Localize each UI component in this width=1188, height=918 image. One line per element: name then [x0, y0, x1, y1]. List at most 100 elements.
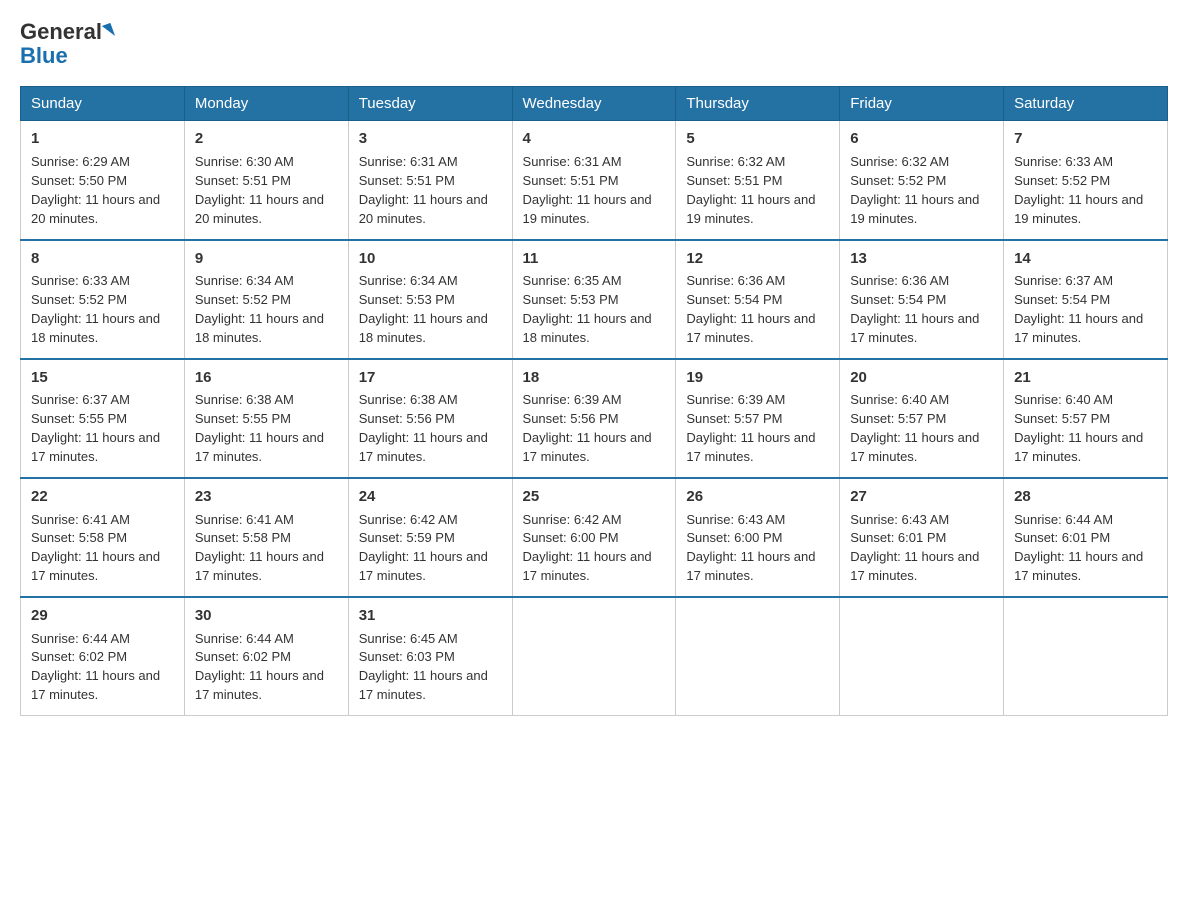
day-number: 7	[1014, 128, 1157, 150]
calendar-day-header: Sunday	[21, 87, 185, 121]
daylight-label: Daylight: 11 hours and 17 minutes.	[359, 668, 488, 702]
sunrise-label: Sunrise: 6:44 AM	[31, 631, 130, 646]
daylight-label: Daylight: 11 hours and 18 minutes.	[523, 311, 652, 345]
sunset-label: Sunset: 5:51 PM	[686, 173, 782, 188]
day-number: 6	[850, 128, 993, 150]
daylight-label: Daylight: 11 hours and 17 minutes.	[31, 668, 160, 702]
calendar-cell: 8 Sunrise: 6:33 AM Sunset: 5:52 PM Dayli…	[21, 240, 185, 359]
calendar-cell: 12 Sunrise: 6:36 AM Sunset: 5:54 PM Dayl…	[676, 240, 840, 359]
daylight-label: Daylight: 11 hours and 17 minutes.	[850, 549, 979, 583]
day-number: 25	[523, 486, 666, 508]
sunset-label: Sunset: 5:54 PM	[1014, 292, 1110, 307]
day-number: 24	[359, 486, 502, 508]
sunrise-label: Sunrise: 6:33 AM	[31, 273, 130, 288]
calendar-header-row: SundayMondayTuesdayWednesdayThursdayFrid…	[21, 87, 1168, 121]
sunset-label: Sunset: 6:01 PM	[1014, 530, 1110, 545]
day-number: 26	[686, 486, 829, 508]
calendar-day-header: Tuesday	[348, 87, 512, 121]
calendar-cell	[676, 597, 840, 716]
calendar-day-header: Friday	[840, 87, 1004, 121]
sunrise-label: Sunrise: 6:44 AM	[1014, 512, 1113, 527]
calendar-table: SundayMondayTuesdayWednesdayThursdayFrid…	[20, 86, 1168, 716]
calendar-cell: 25 Sunrise: 6:42 AM Sunset: 6:00 PM Dayl…	[512, 478, 676, 597]
sunrise-label: Sunrise: 6:33 AM	[1014, 154, 1113, 169]
sunrise-label: Sunrise: 6:41 AM	[195, 512, 294, 527]
daylight-label: Daylight: 11 hours and 19 minutes.	[686, 192, 815, 226]
sunset-label: Sunset: 5:52 PM	[195, 292, 291, 307]
day-number: 18	[523, 367, 666, 389]
day-number: 16	[195, 367, 338, 389]
sunrise-label: Sunrise: 6:43 AM	[686, 512, 785, 527]
calendar-cell: 20 Sunrise: 6:40 AM Sunset: 5:57 PM Dayl…	[840, 359, 1004, 478]
daylight-label: Daylight: 11 hours and 20 minutes.	[195, 192, 324, 226]
day-number: 11	[523, 248, 666, 270]
day-number: 8	[31, 248, 174, 270]
daylight-label: Daylight: 11 hours and 17 minutes.	[850, 311, 979, 345]
calendar-cell	[512, 597, 676, 716]
sunset-label: Sunset: 5:54 PM	[850, 292, 946, 307]
logo-blue-text: Blue	[20, 43, 68, 68]
daylight-label: Daylight: 11 hours and 17 minutes.	[359, 549, 488, 583]
sunrise-label: Sunrise: 6:34 AM	[195, 273, 294, 288]
sunrise-label: Sunrise: 6:36 AM	[686, 273, 785, 288]
daylight-label: Daylight: 11 hours and 18 minutes.	[31, 311, 160, 345]
calendar-header: SundayMondayTuesdayWednesdayThursdayFrid…	[21, 87, 1168, 121]
calendar-cell: 14 Sunrise: 6:37 AM Sunset: 5:54 PM Dayl…	[1004, 240, 1168, 359]
day-number: 31	[359, 605, 502, 627]
sunrise-label: Sunrise: 6:41 AM	[31, 512, 130, 527]
calendar-cell: 21 Sunrise: 6:40 AM Sunset: 5:57 PM Dayl…	[1004, 359, 1168, 478]
day-number: 9	[195, 248, 338, 270]
sunset-label: Sunset: 6:01 PM	[850, 530, 946, 545]
daylight-label: Daylight: 11 hours and 17 minutes.	[850, 430, 979, 464]
day-number: 29	[31, 605, 174, 627]
calendar-cell: 17 Sunrise: 6:38 AM Sunset: 5:56 PM Dayl…	[348, 359, 512, 478]
sunset-label: Sunset: 5:53 PM	[359, 292, 455, 307]
sunrise-label: Sunrise: 6:39 AM	[523, 392, 622, 407]
sunset-label: Sunset: 6:00 PM	[686, 530, 782, 545]
calendar-cell: 27 Sunrise: 6:43 AM Sunset: 6:01 PM Dayl…	[840, 478, 1004, 597]
sunrise-label: Sunrise: 6:35 AM	[523, 273, 622, 288]
calendar-cell: 11 Sunrise: 6:35 AM Sunset: 5:53 PM Dayl…	[512, 240, 676, 359]
calendar-cell: 10 Sunrise: 6:34 AM Sunset: 5:53 PM Dayl…	[348, 240, 512, 359]
calendar-cell	[1004, 597, 1168, 716]
day-number: 23	[195, 486, 338, 508]
daylight-label: Daylight: 11 hours and 17 minutes.	[523, 549, 652, 583]
day-number: 5	[686, 128, 829, 150]
sunrise-label: Sunrise: 6:32 AM	[850, 154, 949, 169]
sunrise-label: Sunrise: 6:36 AM	[850, 273, 949, 288]
calendar-cell: 7 Sunrise: 6:33 AM Sunset: 5:52 PM Dayli…	[1004, 121, 1168, 240]
day-number: 22	[31, 486, 174, 508]
calendar-cell: 18 Sunrise: 6:39 AM Sunset: 5:56 PM Dayl…	[512, 359, 676, 478]
sunset-label: Sunset: 5:57 PM	[850, 411, 946, 426]
sunset-label: Sunset: 5:55 PM	[195, 411, 291, 426]
daylight-label: Daylight: 11 hours and 20 minutes.	[359, 192, 488, 226]
sunset-label: Sunset: 5:57 PM	[686, 411, 782, 426]
calendar-cell: 9 Sunrise: 6:34 AM Sunset: 5:52 PM Dayli…	[184, 240, 348, 359]
daylight-label: Daylight: 11 hours and 17 minutes.	[686, 311, 815, 345]
calendar-day-header: Saturday	[1004, 87, 1168, 121]
page-header: General Blue	[20, 20, 1168, 68]
daylight-label: Daylight: 11 hours and 17 minutes.	[359, 430, 488, 464]
calendar-body: 1 Sunrise: 6:29 AM Sunset: 5:50 PM Dayli…	[21, 121, 1168, 716]
daylight-label: Daylight: 11 hours and 17 minutes.	[31, 430, 160, 464]
sunset-label: Sunset: 5:58 PM	[195, 530, 291, 545]
day-number: 21	[1014, 367, 1157, 389]
calendar-day-header: Thursday	[676, 87, 840, 121]
daylight-label: Daylight: 11 hours and 20 minutes.	[31, 192, 160, 226]
day-number: 17	[359, 367, 502, 389]
sunset-label: Sunset: 5:52 PM	[31, 292, 127, 307]
sunset-label: Sunset: 5:56 PM	[523, 411, 619, 426]
calendar-cell: 28 Sunrise: 6:44 AM Sunset: 6:01 PM Dayl…	[1004, 478, 1168, 597]
calendar-cell: 5 Sunrise: 6:32 AM Sunset: 5:51 PM Dayli…	[676, 121, 840, 240]
daylight-label: Daylight: 11 hours and 18 minutes.	[195, 311, 324, 345]
sunset-label: Sunset: 5:51 PM	[195, 173, 291, 188]
calendar-cell	[840, 597, 1004, 716]
sunset-label: Sunset: 6:02 PM	[195, 649, 291, 664]
sunrise-label: Sunrise: 6:45 AM	[359, 631, 458, 646]
calendar-week-row: 8 Sunrise: 6:33 AM Sunset: 5:52 PM Dayli…	[21, 240, 1168, 359]
sunrise-label: Sunrise: 6:31 AM	[523, 154, 622, 169]
sunset-label: Sunset: 5:51 PM	[359, 173, 455, 188]
sunrise-label: Sunrise: 6:40 AM	[850, 392, 949, 407]
sunrise-label: Sunrise: 6:40 AM	[1014, 392, 1113, 407]
calendar-cell: 29 Sunrise: 6:44 AM Sunset: 6:02 PM Dayl…	[21, 597, 185, 716]
